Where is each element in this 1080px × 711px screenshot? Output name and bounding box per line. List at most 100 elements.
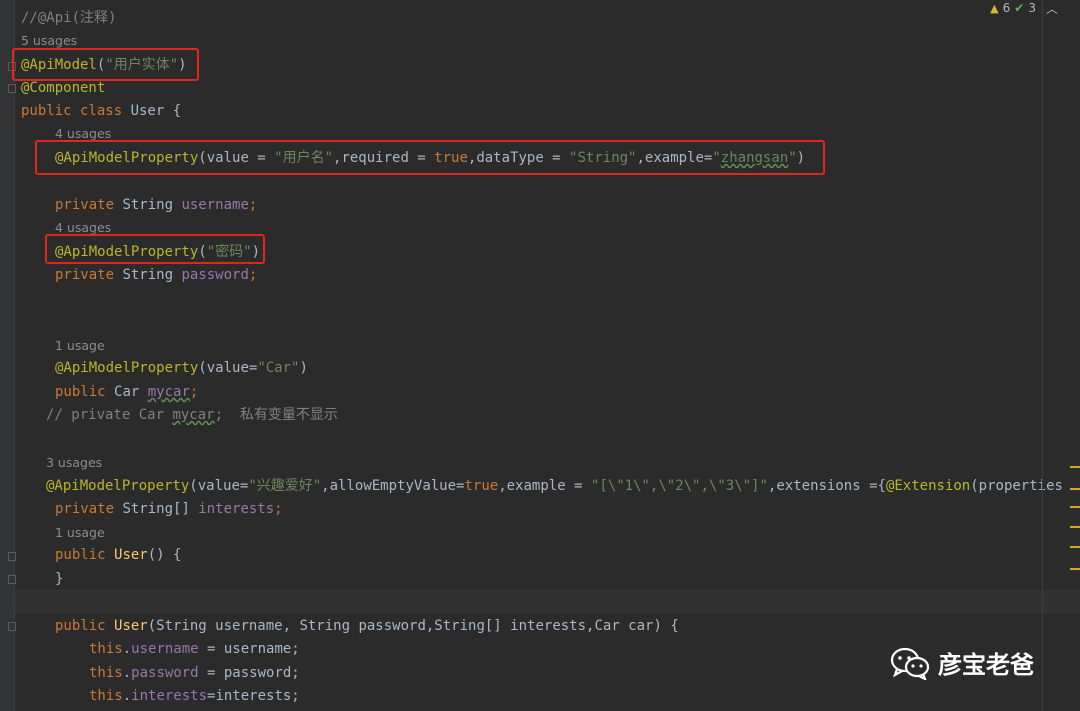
annotation-token: @Component <box>21 80 106 96</box>
code-line[interactable]: public Car mycar; <box>55 382 198 402</box>
usage-hint[interactable]: 1 usage <box>55 338 105 354</box>
error-stripe-mark[interactable] <box>1070 526 1080 528</box>
code-line[interactable]: this.username = username; <box>89 639 300 659</box>
code-token: ,extensions ={ <box>767 478 886 494</box>
comment-text: // private Car <box>46 407 173 423</box>
fold-marker[interactable] <box>8 84 16 93</box>
code-line[interactable]: public User(String username, String pass… <box>55 616 679 636</box>
code-token: ; <box>189 384 199 400</box>
watermark-text: 彦宝老爸 <box>938 651 1034 679</box>
keyword-token: public <box>55 384 115 400</box>
code-token: ) <box>299 360 308 376</box>
code-line[interactable]: //@Api(注释) <box>21 8 116 28</box>
fold-marker[interactable] <box>8 552 16 561</box>
comment-text: //@Api(注释) <box>21 10 117 26</box>
function-token: User <box>114 547 148 563</box>
code-token: ; <box>248 197 258 213</box>
code-token: } <box>55 571 64 587</box>
code-token: String <box>122 267 182 283</box>
code-token: ; <box>274 501 283 517</box>
keyword-token: private <box>55 267 123 283</box>
inspection-widget[interactable]: ▲ 6 ✔ 3 ︿ <box>990 0 1058 16</box>
code-line[interactable]: @ApiModelProperty(value="兴趣爱好",allowEmpt… <box>46 476 1063 496</box>
code-token: (String username, String password,String… <box>147 618 679 634</box>
error-stripe-mark[interactable] <box>1070 506 1080 508</box>
code-line[interactable]: } <box>55 569 63 589</box>
usage-hint[interactable]: 1 usage <box>55 525 105 541</box>
field-token: password <box>131 665 199 681</box>
field-token: username <box>131 641 199 657</box>
usage-hint[interactable]: 5 usages <box>21 33 77 49</box>
code-line[interactable]: // private Car mycar; 私有变量不显示 <box>46 405 338 425</box>
fold-marker[interactable] <box>8 622 16 631</box>
code-token: ; <box>248 267 258 283</box>
code-token: (value= <box>189 478 249 494</box>
chevron-up-icon[interactable]: ︿ <box>1046 0 1058 17</box>
comment-text: ; 私有变量不显示 <box>214 407 338 423</box>
string-token: "Car" <box>257 360 300 376</box>
field-token: interests <box>131 688 208 704</box>
keyword-token: public <box>55 618 115 634</box>
code-token: () { <box>147 547 182 563</box>
annotation-token: @Extension <box>885 478 971 494</box>
editor-scrollbar[interactable] <box>1042 0 1043 711</box>
string-token: "[\"1\",\"2\",\"3\"]" <box>590 478 768 494</box>
code-token: = username; <box>198 641 300 657</box>
code-line[interactable]: this.password = password; <box>89 663 300 683</box>
field-token: username <box>181 197 249 213</box>
code-token: ,example = <box>498 478 591 494</box>
code-token: Car <box>114 384 148 400</box>
warning-icon: ▲ <box>990 1 999 15</box>
code-token: =interests; <box>207 688 300 704</box>
keyword-token: public <box>55 547 115 563</box>
keyword-token: true <box>464 478 499 494</box>
code-line[interactable]: @Component <box>21 78 105 98</box>
string-token: "兴趣爱好" <box>248 478 322 494</box>
weak-warning-icon: ✔ <box>1014 1 1025 15</box>
highlight-box-apimodel <box>12 48 199 81</box>
keyword-token: private <box>55 197 123 213</box>
code-line[interactable]: private String username; <box>55 195 257 215</box>
wechat-watermark: 彦宝老爸 <box>890 645 1034 680</box>
code-line[interactable]: private String password; <box>55 265 257 285</box>
code-line[interactable]: @ApiModelProperty(value="Car") <box>55 358 308 378</box>
keyword-token: private <box>55 501 123 517</box>
field-token: interests <box>198 501 275 517</box>
annotation-token: @ApiModelProperty <box>55 360 199 376</box>
code-token: (value= <box>198 360 258 376</box>
usage-hint[interactable]: 3 usages <box>46 455 102 471</box>
code-line[interactable]: public class User { <box>21 101 181 121</box>
fold-marker[interactable] <box>8 575 16 584</box>
code-token: String <box>122 197 182 213</box>
error-stripe-mark[interactable] <box>1070 546 1080 548</box>
keyword-token: this <box>89 641 123 657</box>
code-line[interactable]: this.interests=interests; <box>89 686 300 706</box>
warning-count: 6 <box>1002 1 1011 15</box>
field-token: mycar <box>147 384 190 400</box>
code-token: ,allowEmptyValue= <box>321 478 465 494</box>
code-token: . <box>122 641 132 657</box>
error-stripe-mark[interactable] <box>1070 466 1080 468</box>
code-line[interactable]: private String[] interests; <box>55 499 283 519</box>
comment-text: mycar <box>172 407 215 423</box>
error-stripe-mark[interactable] <box>1070 568 1080 570</box>
wechat-icon <box>890 647 930 680</box>
highlight-box-username-property <box>35 140 825 175</box>
error-stripe-mark[interactable] <box>1070 488 1080 490</box>
field-token: password <box>181 267 249 283</box>
keyword-token: this <box>89 688 123 704</box>
weak-warning-count: 3 <box>1028 1 1036 15</box>
code-token: = password; <box>198 665 300 681</box>
function-token: User <box>114 618 148 634</box>
current-line-highlight <box>15 590 1080 613</box>
code-token: String[] <box>122 501 199 517</box>
editor-gutter[interactable] <box>0 0 14 711</box>
code-token: . <box>122 688 132 704</box>
highlight-box-password-property <box>45 234 265 264</box>
annotation-token: @ApiModelProperty <box>46 478 190 494</box>
code-token: (properties <box>970 478 1063 494</box>
code-token: User { <box>130 103 182 119</box>
code-editor[interactable]: ▲ 6 ✔ 3 ︿ //@Api(注释) 5 usages @ApiModel(… <box>0 0 1080 711</box>
keyword-token: this <box>89 665 123 681</box>
code-line[interactable]: public User() { <box>55 545 181 565</box>
